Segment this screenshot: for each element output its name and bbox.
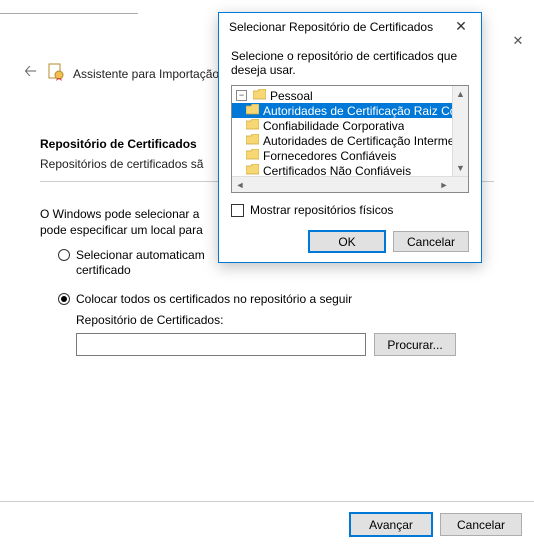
tree-item[interactable]: Fornecedores Confiáveis [232, 148, 452, 163]
horizontal-scrollbar[interactable]: ◄ ► [232, 176, 468, 192]
tree-item-label: Fornecedores Confiáveis [263, 149, 396, 163]
wizard-title: Assistente para Importação de [73, 67, 236, 81]
radio-place-in-store[interactable]: Colocar todos os certificados no reposit… [58, 292, 494, 307]
tree-item[interactable]: Confiabilidade Corporativa [232, 118, 452, 133]
tree-item-label: Autoridades de Certificação Raiz Confiáv… [263, 104, 452, 118]
dialog-close-button[interactable]: ✕ [445, 14, 477, 40]
expand-minus-icon[interactable]: − [236, 90, 247, 101]
folder-icon [246, 149, 259, 163]
store-label: Repositório de Certificados: [76, 313, 534, 327]
show-physical-checkbox[interactable]: Mostrar repositórios físicos [231, 203, 469, 217]
folder-icon [246, 104, 259, 118]
scroll-up-icon[interactable]: ▲ [453, 86, 468, 102]
radio-auto-label: Selecionar automaticam certificado [76, 248, 205, 278]
vertical-scrollbar[interactable]: ▲ ▼ [452, 86, 468, 176]
browser-tab-fragment [0, 0, 10, 13]
folder-icon [253, 89, 266, 103]
next-button[interactable]: Avançar [350, 513, 432, 536]
ok-button[interactable]: OK [309, 231, 385, 252]
radio-icon [58, 293, 70, 305]
outer-close-button[interactable]: ✕ [508, 32, 528, 52]
select-store-dialog: Selecionar Repositório de Certificados ✕… [218, 12, 482, 263]
dialog-message: Selecione o repositório de certificados … [231, 49, 469, 77]
tab-border [0, 13, 138, 14]
tree-item-label: Pessoal [270, 89, 313, 103]
dialog-title: Selecionar Repositório de Certificados [229, 20, 433, 34]
wizard-bottom-bar: Avançar Cancelar [0, 501, 534, 547]
checkbox-icon [231, 204, 244, 217]
scroll-right-icon[interactable]: ► [436, 177, 452, 192]
show-physical-label: Mostrar repositórios físicos [250, 203, 393, 217]
dialog-cancel-button[interactable]: Cancelar [393, 231, 469, 252]
tree-item[interactable]: Autoridades de Certificação Intermediári… [232, 133, 452, 148]
back-arrow-icon[interactable]: 🡠 [22, 60, 39, 87]
tree-item[interactable]: Autoridades de Certificação Raiz Confiáv… [232, 103, 452, 118]
scroll-down-icon[interactable]: ▼ [453, 160, 468, 176]
browse-button[interactable]: Procurar... [374, 333, 456, 356]
radio-icon [58, 249, 70, 261]
cancel-button[interactable]: Cancelar [440, 513, 522, 536]
tree-item-label: Autoridades de Certificação Intermediári… [263, 134, 452, 148]
tree-item-label: Confiabilidade Corporativa [263, 119, 404, 133]
folder-icon [246, 119, 259, 133]
radio-place-label: Colocar todos os certificados no reposit… [76, 292, 352, 307]
certificate-store-tree[interactable]: − PessoalAutoridades de Certificação Raiz… [231, 85, 469, 193]
folder-icon [246, 134, 259, 148]
tree-item[interactable]: − Pessoal [232, 88, 452, 103]
certificate-icon [47, 63, 65, 84]
certificate-store-input[interactable] [76, 333, 366, 356]
scroll-left-icon[interactable]: ◄ [232, 177, 248, 192]
